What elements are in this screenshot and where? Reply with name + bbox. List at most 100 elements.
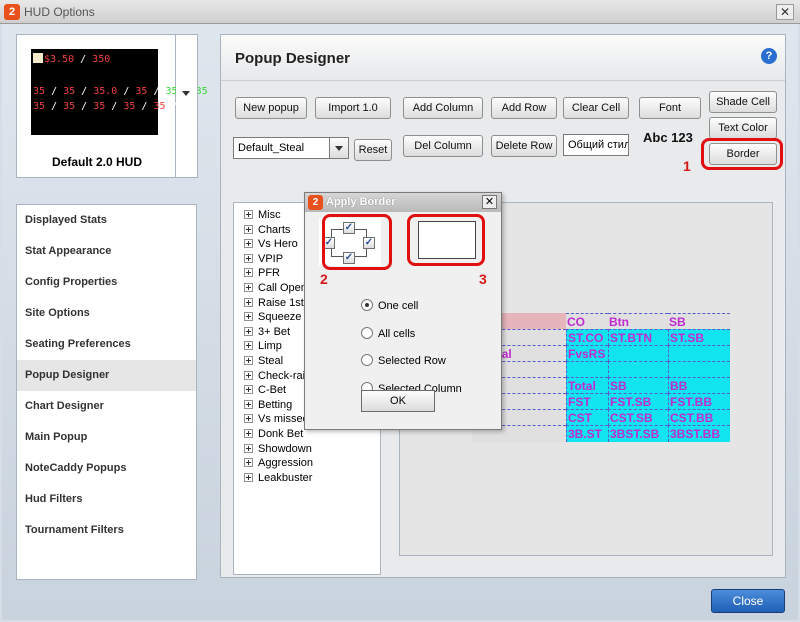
grid-cell[interactable]: FST.BB bbox=[668, 393, 730, 410]
tree-item[interactable]: Showdown bbox=[244, 443, 312, 457]
expand-icon[interactable] bbox=[244, 414, 253, 424]
sidebar-item-config-properties[interactable]: Config Properties bbox=[17, 267, 196, 298]
help-icon[interactable]: ? bbox=[761, 48, 777, 64]
tree-item[interactable]: Vs Hero bbox=[244, 238, 298, 252]
sidebar-item-notecaddy-popups[interactable]: NoteCaddy Popups bbox=[17, 453, 196, 484]
expand-icon[interactable] bbox=[244, 443, 253, 453]
grid-cell[interactable]: FST bbox=[566, 393, 608, 410]
grid-cell[interactable]: CST.BB bbox=[668, 409, 730, 426]
grid-cell[interactable] bbox=[608, 361, 668, 378]
sidebar-item-popup-designer[interactable]: Popup Designer bbox=[17, 360, 196, 391]
grid-cell[interactable]: CST.SB bbox=[608, 409, 668, 426]
delete-row-button[interactable]: Delete Row bbox=[491, 135, 557, 157]
expand-icon[interactable] bbox=[244, 312, 253, 322]
tree-item[interactable]: Donk Bet bbox=[244, 428, 303, 442]
expand-icon[interactable] bbox=[244, 356, 253, 365]
scope-option-all-cells[interactable]: All cells bbox=[361, 326, 415, 340]
tree-item[interactable]: Limp bbox=[244, 340, 282, 354]
sidebar-item-chart-designer[interactable]: Chart Designer bbox=[17, 391, 196, 422]
radio-icon[interactable] bbox=[361, 326, 373, 339]
shade-cell-button[interactable]: Shade Cell bbox=[709, 91, 777, 113]
tree-item[interactable]: VPIP bbox=[244, 253, 283, 267]
text-color-button[interactable]: Text Color bbox=[709, 117, 777, 139]
tree-item[interactable]: PFR bbox=[244, 267, 280, 281]
add-column-button[interactable]: Add Column bbox=[403, 97, 483, 119]
hud-selector[interactable]: $3.50 / 350 35 / 35 / 35.0 / 35 / 35 / 3… bbox=[16, 34, 208, 178]
grid-cell[interactable]: CST bbox=[566, 409, 608, 426]
tree-item[interactable]: Steal bbox=[244, 355, 283, 369]
expand-icon[interactable] bbox=[244, 268, 253, 278]
expand-icon[interactable] bbox=[244, 253, 253, 263]
tree-item[interactable]: Betting bbox=[244, 399, 292, 413]
tree-item[interactable]: Charts bbox=[244, 224, 290, 238]
expand-icon[interactable] bbox=[244, 458, 253, 468]
grid-cell[interactable]: 3BST.SB bbox=[608, 425, 668, 442]
sidebar-item-tournament-filters[interactable]: Tournament Filters bbox=[17, 515, 196, 546]
expand-icon[interactable] bbox=[244, 429, 253, 438]
expand-icon[interactable] bbox=[244, 385, 253, 395]
popup-select-dropdown[interactable] bbox=[329, 137, 349, 159]
grid-cell[interactable]: FvsRS bbox=[566, 345, 608, 362]
grid-cell[interactable] bbox=[668, 345, 730, 362]
tree-item[interactable]: Raise 1st bbox=[244, 297, 304, 311]
cell-text-input[interactable]: Общий стил bbox=[563, 134, 629, 156]
scope-option-selected-row[interactable]: Selected Row bbox=[361, 354, 446, 367]
grid-cell[interactable]: 3B.ST bbox=[566, 425, 608, 442]
tree-item[interactable]: 3+ Bet bbox=[244, 326, 290, 340]
ok-button[interactable]: OK bbox=[361, 390, 435, 412]
new-popup-button[interactable]: New popup bbox=[235, 97, 307, 119]
sidebar-item-displayed-stats[interactable]: Displayed Stats bbox=[17, 205, 196, 236]
grid-cell[interactable] bbox=[566, 361, 608, 378]
grid-cell[interactable] bbox=[608, 345, 668, 362]
grid-cell[interactable]: CO bbox=[566, 313, 608, 330]
grid-cell[interactable]: SB bbox=[668, 313, 730, 330]
sidebar-item-site-options[interactable]: Site Options bbox=[17, 298, 196, 329]
expand-icon[interactable] bbox=[244, 399, 253, 409]
del-column-button[interactable]: Del Column bbox=[403, 135, 483, 157]
sidebar-item-hud-filters[interactable]: Hud Filters bbox=[17, 484, 196, 515]
radio-icon[interactable] bbox=[361, 299, 373, 311]
grid-cell[interactable]: SB bbox=[608, 377, 668, 394]
tree-item[interactable]: Leakbuster bbox=[244, 472, 312, 486]
sidebar-item-stat-appearance[interactable]: Stat Appearance bbox=[17, 236, 196, 267]
import-button[interactable]: Import 1.0 bbox=[315, 97, 391, 119]
expand-icon[interactable] bbox=[244, 297, 253, 307]
font-button[interactable]: Font bbox=[639, 97, 701, 119]
grid-cell[interactable] bbox=[668, 361, 730, 378]
grid-cell[interactable]: Total bbox=[566, 377, 608, 394]
scope-option-one-cell[interactable]: One cell bbox=[361, 299, 418, 312]
expand-icon[interactable] bbox=[244, 370, 253, 380]
grid-cell[interactable]: ST.BTN bbox=[608, 329, 668, 346]
radio-icon[interactable] bbox=[361, 354, 373, 366]
grid-cell[interactable]: Btn bbox=[608, 313, 668, 330]
add-row-button[interactable]: Add Row bbox=[491, 97, 557, 119]
callout-number: 2 bbox=[320, 271, 328, 287]
grid-cell[interactable]: ST.SB bbox=[668, 329, 730, 346]
window-close-button[interactable]: ✕ bbox=[776, 4, 794, 20]
expand-icon[interactable] bbox=[244, 210, 253, 219]
hud-dropdown-button[interactable] bbox=[176, 34, 198, 178]
tree-item[interactable]: Squeeze bbox=[244, 311, 301, 325]
sidebar-item-seating-preferences[interactable]: Seating Preferences bbox=[17, 329, 196, 360]
reset-button[interactable]: Reset bbox=[354, 139, 392, 161]
expand-icon[interactable] bbox=[244, 283, 253, 292]
grid-cell[interactable]: FST.SB bbox=[608, 393, 668, 410]
clear-cell-button[interactable]: Clear Cell bbox=[563, 97, 629, 119]
tree-item[interactable]: Aggression bbox=[244, 457, 313, 471]
expand-icon[interactable] bbox=[244, 326, 253, 336]
close-button[interactable]: Close bbox=[711, 589, 785, 613]
expand-icon[interactable] bbox=[244, 341, 253, 351]
expand-icon[interactable] bbox=[244, 239, 253, 249]
grid-cell[interactable]: 3BST.BB bbox=[668, 425, 730, 442]
dialog-close-button[interactable]: ✕ bbox=[482, 195, 497, 209]
popup-select[interactable]: Default_Steal bbox=[233, 137, 331, 159]
tree-item[interactable]: C-Bet bbox=[244, 384, 286, 398]
expand-icon[interactable] bbox=[244, 224, 253, 234]
tree-item[interactable]: Call Open bbox=[244, 282, 307, 296]
grid-cell[interactable]: ST.CO bbox=[566, 329, 608, 346]
expand-icon[interactable] bbox=[244, 472, 253, 482]
sidebar-item-main-popup[interactable]: Main Popup bbox=[17, 422, 196, 453]
tree-item[interactable]: Vs missed bbox=[244, 413, 309, 427]
tree-item[interactable]: Misc bbox=[244, 209, 281, 223]
grid-cell[interactable]: BB bbox=[668, 377, 730, 394]
